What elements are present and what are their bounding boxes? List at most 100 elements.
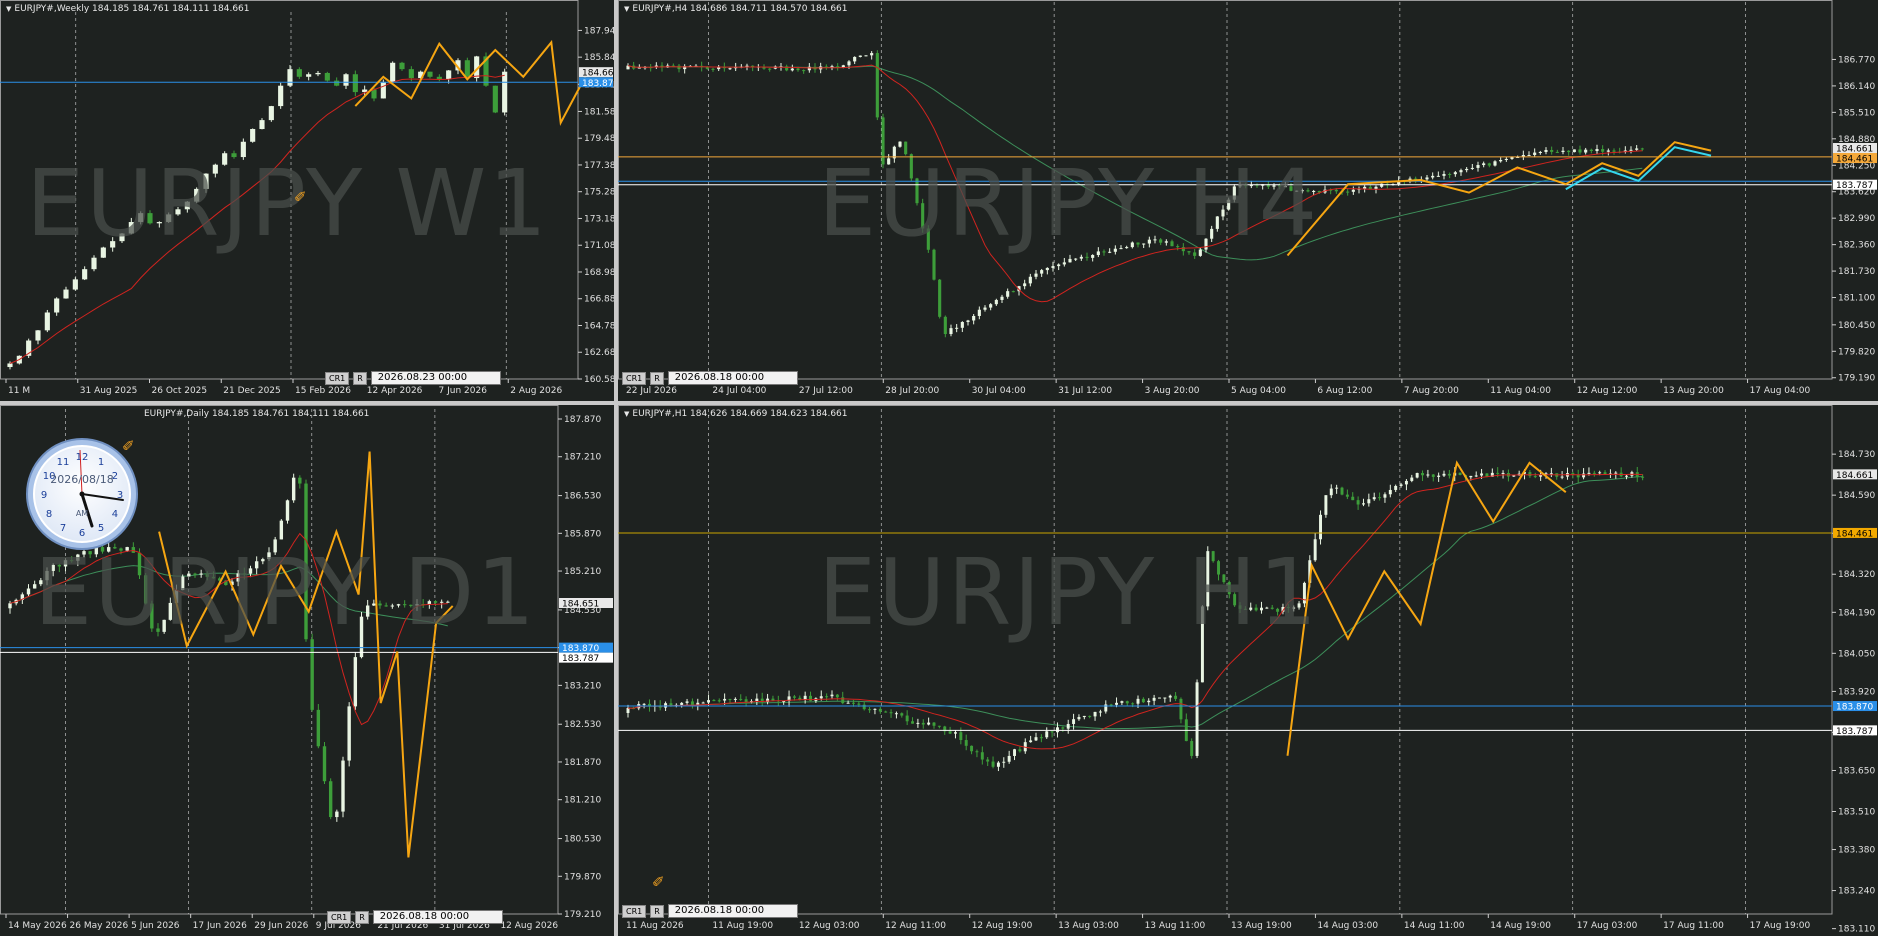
price-label: 183.787 (562, 654, 599, 664)
candle-body (712, 700, 716, 702)
candle-body (287, 69, 293, 86)
candle-body (1538, 151, 1542, 153)
price-label: 184.461 (1836, 155, 1873, 165)
y-tick-label: 184.320 (1838, 570, 1875, 580)
y-tick-label: 183.210 (564, 681, 601, 691)
candle-body (1163, 697, 1167, 699)
candle-body (1055, 727, 1059, 733)
crosshair-time: 2026.08.18 00:00 (667, 371, 798, 385)
candle-body (1098, 711, 1102, 713)
candle-body (1039, 737, 1043, 739)
candle-body (792, 696, 796, 698)
r-button[interactable]: R (353, 371, 367, 385)
candle-body (966, 320, 970, 323)
chart-pane-eurjpy-weekly[interactable]: 187.940185.840183.710181.580179.480177.3… (0, 0, 614, 401)
y-tick-label: 184.050 (1838, 649, 1875, 659)
candle-body (1082, 715, 1086, 718)
candle-body (285, 500, 290, 521)
candle-body (1045, 731, 1049, 738)
candle-body (626, 708, 630, 714)
clock-widget[interactable]: 1 2 3 4 5 6 7 8 9 10 11 12 2026/08/18 AM (24, 436, 140, 552)
candle-body (771, 698, 775, 701)
candle-body (1527, 154, 1531, 156)
chart-pane-eurjpy-h1[interactable]: 184.730184.590184.460184.320184.190184.0… (618, 405, 1878, 936)
candle-body (343, 74, 349, 86)
r-button[interactable]: R (650, 371, 664, 385)
candle-body (717, 700, 721, 702)
x-tick-label: 14 May 2026 (8, 921, 67, 931)
y-tick-label: 181.210 (564, 796, 601, 806)
candle-body (889, 712, 893, 714)
y-tick-label: 185.510 (1838, 108, 1875, 118)
candle-body (943, 316, 947, 335)
candle-body (408, 69, 414, 79)
candle-body (642, 703, 646, 705)
r-button[interactable]: R (650, 904, 664, 918)
zigzag-line (1286, 460, 1567, 756)
candle-body (1109, 704, 1113, 706)
price-label: 184.661 (1836, 471, 1873, 481)
time-box-d1: CR1 R 2026.08.18 00:00 (327, 910, 503, 924)
candle-body (1436, 175, 1440, 177)
cr1-button[interactable]: CR1 (327, 910, 352, 924)
chart-canvas-h1[interactable]: 184.730184.590184.460184.320184.190184.0… (618, 405, 1878, 936)
x-tick-label: 7 Aug 20:00 (1404, 386, 1459, 396)
candle-body (1598, 472, 1602, 474)
y-tick-label: 182.530 (564, 720, 601, 730)
x-tick-label: 5 Jun 2026 (131, 921, 180, 931)
x-tick-label: 27 Jul 12:00 (799, 386, 853, 396)
clock-numeral: 9 (41, 490, 47, 501)
candle-body (492, 85, 498, 113)
candle-body (970, 745, 974, 752)
candle-body (1356, 500, 1360, 505)
candle-body (1421, 473, 1425, 476)
candle-body (1606, 150, 1610, 152)
y-tick-label: 181.870 (564, 758, 601, 768)
cr1-button[interactable]: CR1 (325, 371, 350, 385)
candle-body (1465, 168, 1469, 171)
cr1-button[interactable]: CR1 (622, 904, 647, 918)
candle-body (352, 74, 358, 93)
candle-body (1034, 737, 1038, 741)
candle-body (728, 698, 732, 700)
candle-body (1190, 741, 1194, 756)
candle-body (809, 695, 813, 701)
candle-body (1582, 473, 1586, 478)
y-tick-label: 183.920 (1838, 687, 1875, 697)
candle-body (1442, 473, 1446, 476)
watermark-w1: EURJPY W1 (26, 150, 549, 257)
candle-body (862, 704, 866, 710)
candle-body (278, 85, 284, 107)
candle-body (790, 68, 794, 71)
candle-body (825, 696, 829, 698)
candle-body (1567, 150, 1571, 153)
price-label: 184.661 (582, 69, 614, 79)
candle-body (44, 312, 50, 331)
candle-body (858, 55, 862, 57)
candle-body (334, 80, 340, 86)
candle-body (819, 696, 823, 699)
candle-body (1319, 514, 1323, 540)
candle-body (1612, 150, 1616, 152)
candle-body (1487, 163, 1491, 166)
y-tick-label: 179.480 (584, 134, 614, 144)
r-button[interactable]: R (355, 910, 369, 924)
candle-body (1077, 717, 1081, 720)
candle-body (1426, 474, 1430, 476)
candle-body (1476, 165, 1480, 168)
cr1-button[interactable]: CR1 (622, 371, 647, 385)
candle-body (873, 708, 877, 710)
candle-body (347, 706, 351, 761)
y-tick-label: 184.730 (1838, 450, 1875, 460)
x-tick-label: 12 Aug 11:00 (885, 921, 946, 931)
candle-body (830, 694, 834, 697)
y-tick-label: 160.580 (584, 375, 614, 385)
candle-body (1011, 291, 1015, 293)
x-tick-label: 17 Aug 11:00 (1663, 921, 1724, 931)
candle-body (1179, 698, 1183, 720)
chart-pane-eurjpy-h4[interactable]: 186.770 186.140 185.510 184.880 184.250 183.6… (618, 0, 1878, 401)
candle-body (1431, 474, 1435, 477)
x-tick-label: 22 Jul 2026 (626, 386, 677, 396)
candle-body (1501, 472, 1505, 474)
y-tick-label: 182.360 (1838, 241, 1875, 251)
